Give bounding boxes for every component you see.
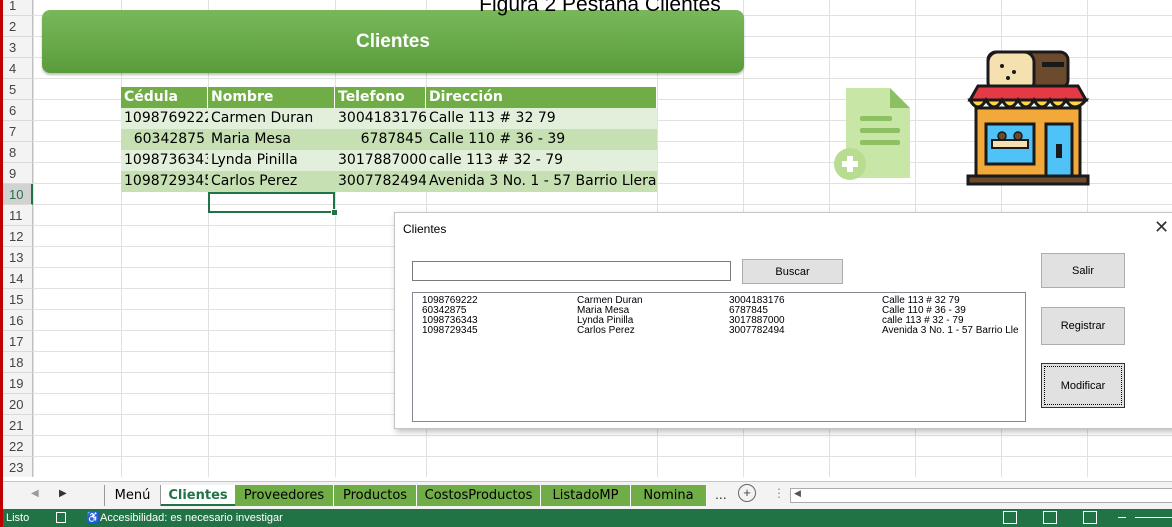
table-cell[interactable]: Calle 113 # 32 79 <box>426 108 657 129</box>
table-cell[interactable]: Lynda Pinilla <box>208 150 335 171</box>
row-header[interactable]: 7 <box>3 121 33 142</box>
registrar-button[interactable]: Registrar <box>1041 307 1125 345</box>
row-header[interactable]: 2 <box>3 16 33 37</box>
grid-row-line <box>33 456 1172 457</box>
tab-men[interactable]: Menú <box>104 485 161 506</box>
list-item-cell: Carlos Perez <box>577 325 635 336</box>
banner-title: Clientes <box>356 30 430 52</box>
buscar-button-label: Buscar <box>775 265 810 278</box>
add-sheet-icon[interactable]: + <box>738 484 756 502</box>
table-cell[interactable]: 1098769222 <box>121 108 208 129</box>
zoom-out-icon[interactable] <box>1118 517 1126 518</box>
row-header[interactable]: 12 <box>3 226 33 247</box>
page-layout-view-icon[interactable] <box>1043 511 1057 524</box>
dialog-title: Clientes <box>403 222 447 236</box>
salir-button-label: Salir <box>1071 264 1094 277</box>
status-accessibility[interactable]: Accesibilidad: es necesario investigar <box>100 509 283 527</box>
row-header[interactable]: 21 <box>3 415 33 436</box>
list-item-cell: 1098729345 <box>422 325 478 336</box>
tab-clientes[interactable]: Clientes <box>161 485 235 506</box>
search-input[interactable] <box>412 261 731 281</box>
row-header[interactable]: 15 <box>3 289 33 310</box>
clientes-banner: Clientes <box>42 10 744 73</box>
row-header[interactable]: 8 <box>3 142 33 163</box>
registrar-button-label: Registrar <box>1060 320 1106 332</box>
figure-caption: Figura 2 Pestaña Clientes <box>479 0 721 16</box>
scroll-left-icon[interactable]: ◀ <box>794 488 801 499</box>
horizontal-scrollbar[interactable]: ◀ <box>790 488 1172 503</box>
row-header[interactable]: 11 <box>3 205 33 226</box>
clientes-dialog[interactable]: Clientes ✕ Buscar Salir 1098769222 Carmen… <box>394 212 1172 429</box>
selected-cell-cursor[interactable] <box>208 192 335 213</box>
tab-nomina[interactable]: Nomina <box>631 485 707 506</box>
more-tabs-button[interactable]: ... <box>715 486 727 502</box>
accessibility-icon[interactable]: ♿ <box>86 509 100 527</box>
modificar-button-label: Modificar <box>1060 379 1106 392</box>
row-header[interactable]: 17 <box>3 331 33 352</box>
bakery-store-icon <box>966 50 1090 186</box>
tab-costosproductos[interactable]: CostosProductos <box>417 485 541 506</box>
row-header[interactable]: 13 <box>3 247 33 268</box>
row-header[interactable]: 9 <box>3 163 33 184</box>
table-cell[interactable]: calle 113 # 32 - 79 <box>426 150 657 171</box>
clientes-listbox[interactable]: 1098769222 Carmen Duran 3004183176 Calle 11… <box>412 292 1026 422</box>
table-cell[interactable]: 1098729345 <box>121 171 208 192</box>
list-item[interactable]: 1098729345 Carlos Perez 3007782494 Avenida … <box>413 326 1025 336</box>
row-header[interactable]: 10 <box>3 184 33 205</box>
status-ready: Listo <box>6 512 30 524</box>
left-accent-bar <box>0 0 3 527</box>
row-header[interactable]: 16 <box>3 310 33 331</box>
splitter-handle-icon[interactable]: ⋮ <box>773 486 785 500</box>
grid-row-line <box>33 204 1172 205</box>
list-item-cell: Avenida 3 No. 1 - 57 Barrio Lle <box>882 325 1019 336</box>
normal-view-icon[interactable] <box>1003 511 1017 524</box>
table-cell[interactable]: Carlos Perez <box>208 171 335 192</box>
table-cell[interactable]: 1098736343 <box>121 150 208 171</box>
table-cell[interactable]: Carmen Duran <box>208 108 335 129</box>
header-cedula[interactable]: Cédula <box>121 87 208 108</box>
salir-button[interactable]: Salir <box>1041 253 1125 288</box>
buscar-button[interactable]: Buscar <box>742 259 843 284</box>
row-header[interactable]: 5 <box>3 79 33 100</box>
header-telefono[interactable]: Telefono <box>335 87 426 108</box>
row-header[interactable]: 18 <box>3 352 33 373</box>
modificar-button[interactable]: Modificar <box>1041 363 1125 408</box>
row-header[interactable]: 3 <box>3 37 33 58</box>
row-header[interactable]: 22 <box>3 436 33 457</box>
status-bar: Listo ♿ Accesibilidad: es necesario inve… <box>0 509 1172 527</box>
list-item-cell: 3007782494 <box>729 325 785 336</box>
table-cell[interactable]: 3004183176 <box>335 108 426 129</box>
tab-listadomp[interactable]: ListadoMP <box>541 485 631 506</box>
table-cell[interactable]: 60342875 <box>121 129 208 150</box>
tab-scroll-left-icon[interactable]: ◀ <box>31 488 39 499</box>
row-header[interactable]: 20 <box>3 394 33 415</box>
row-header[interactable]: 23 <box>3 457 33 477</box>
tab-scroll-right-icon[interactable]: ▶ <box>59 488 67 499</box>
tab-productos[interactable]: Productos <box>334 485 417 506</box>
table-cell[interactable]: Maria Mesa <box>208 129 335 150</box>
close-icon[interactable]: ✕ <box>1154 217 1169 238</box>
row-header[interactable]: 14 <box>3 268 33 289</box>
row-header[interactable]: 4 <box>3 58 33 79</box>
grid-row-line <box>33 435 1172 436</box>
header-nombre[interactable]: Nombre <box>208 87 335 108</box>
row-header[interactable]: 19 <box>3 373 33 394</box>
table-cell[interactable]: Avenida 3 No. 1 - 57 Barrio Lleras <box>426 171 657 192</box>
grid-column-line <box>33 0 34 477</box>
row-header[interactable]: 6 <box>3 100 33 121</box>
add-document-icon <box>834 88 910 180</box>
row-header[interactable]: 1 <box>3 0 33 16</box>
fill-handle[interactable] <box>331 209 338 216</box>
table-cell[interactable]: 3007782494 <box>335 171 426 192</box>
page-break-view-icon[interactable] <box>1083 511 1097 524</box>
macro-record-icon[interactable] <box>56 512 66 523</box>
table-cell[interactable]: Calle 110 # 36 - 39 <box>426 129 657 150</box>
sheet-tabs-bar: ◀ ▶ Menú Clientes Proveedores Productos Cost… <box>0 481 1172 510</box>
zoom-slider[interactable] <box>1135 517 1172 518</box>
table-cell[interactable]: 3017887000 <box>335 150 426 171</box>
header-direccion[interactable]: Dirección <box>426 87 657 108</box>
table-cell[interactable]: 6787845 <box>335 129 426 150</box>
tab-proveedores[interactable]: Proveedores <box>235 485 334 506</box>
